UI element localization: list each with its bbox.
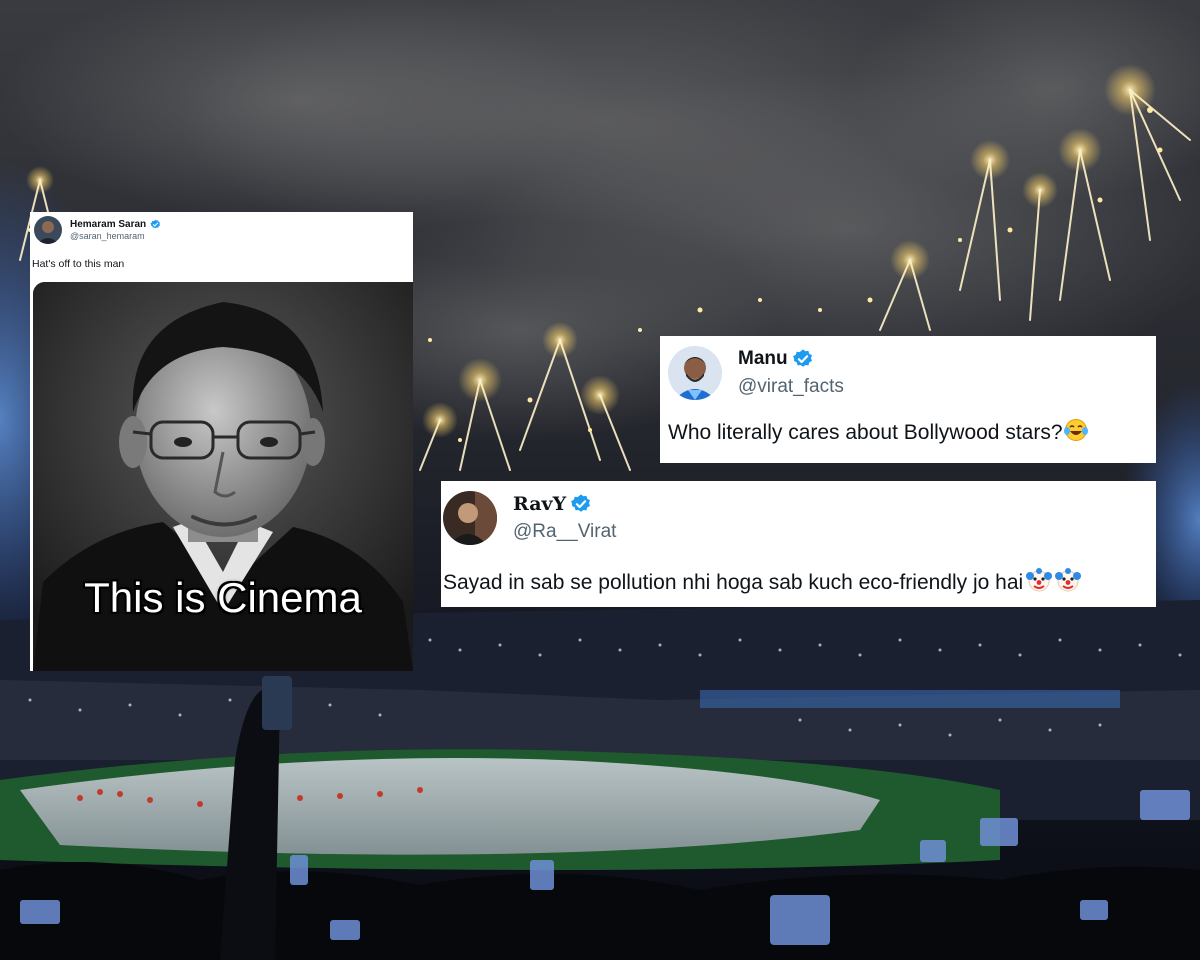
tweet-text: Who literally cares about Bollywood star… <box>668 421 1063 444</box>
avatar[interactable] <box>443 491 497 545</box>
avatar-image <box>668 346 722 400</box>
tweet-card-ravy: RavY @Ra__Virat Sayad in sab se pollutio… <box>441 481 1156 607</box>
tweet-header: Manu @virat_facts <box>668 346 1148 400</box>
verified-badge-icon <box>150 219 161 230</box>
tweet-body: Who literally cares about Bollywood star… <box>668 418 1148 445</box>
tweet-text: Hat's off to this man <box>32 258 125 270</box>
tweet-body: Sayad in sab se pollution nhi hoga sab k… <box>443 567 1154 595</box>
tweet-header: Hemaram Saran @saran_hemaram <box>30 216 413 244</box>
user-handle[interactable]: @Ra__Virat <box>513 521 616 543</box>
display-name[interactable]: Manu <box>738 348 788 370</box>
display-name[interactable]: Hemaram Saran <box>70 219 146 230</box>
avatar[interactable] <box>668 346 722 400</box>
clown-face-emoji-icon <box>1026 567 1053 593</box>
avatar-image <box>34 216 62 244</box>
tweet-photo[interactable]: This is Cinema <box>33 282 413 671</box>
clown-face-emoji-icon <box>1055 567 1082 593</box>
verified-badge-icon <box>570 493 592 515</box>
image-caption: This is Cinema <box>84 574 362 621</box>
user-handle[interactable]: @saran_hemaram <box>70 231 161 241</box>
avatar-image <box>443 491 497 545</box>
tweet-card-manu: Manu @virat_facts Who literally cares ab… <box>660 336 1156 463</box>
avatar[interactable] <box>34 216 62 244</box>
tweet-card-hemaram: Hemaram Saran @saran_hemaram Hat's off t… <box>30 212 413 671</box>
verified-badge-icon <box>792 348 814 370</box>
display-name[interactable]: RavY <box>513 493 566 515</box>
tweet-header: RavY @Ra__Virat <box>443 491 1154 545</box>
tears-of-joy-emoji-icon <box>1063 418 1089 442</box>
user-handle[interactable]: @virat_facts <box>738 376 844 398</box>
tweet-text: Sayad in sab se pollution nhi hoga sab k… <box>443 571 1024 594</box>
